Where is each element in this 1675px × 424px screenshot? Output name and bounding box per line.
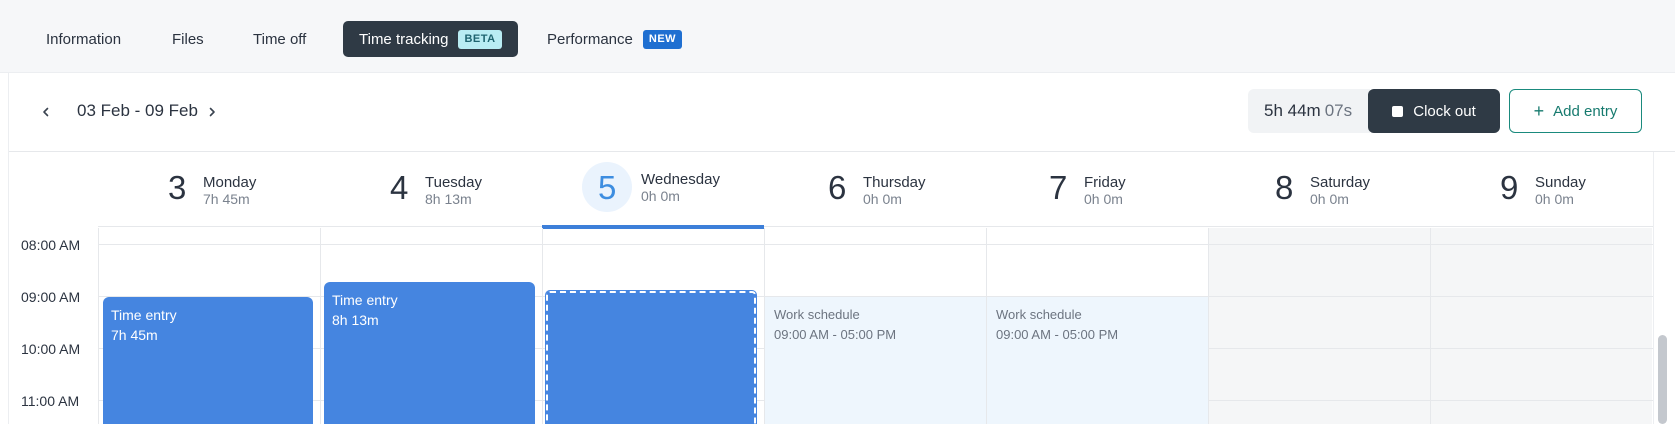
day-name: Friday (1084, 174, 1126, 191)
time-label: 09:00 AM (21, 289, 81, 305)
tab-files[interactable]: Files (172, 21, 204, 57)
entry-title: Time entry (332, 292, 398, 308)
tab-label: Information (46, 30, 122, 48)
day-header-monday[interactable]: 3 Monday 7h 45m (98, 152, 320, 227)
day-number: 3 (168, 169, 187, 206)
tab-label: Files (172, 30, 204, 48)
tab-time-off[interactable]: Time off (253, 21, 306, 57)
timer-hours-minutes: 5h 44m (1264, 101, 1321, 120)
day-number: 5 (598, 169, 617, 206)
running-timer: 5h 44m 07s (1248, 89, 1370, 133)
entry-duration: 7h 45m (111, 327, 158, 343)
tabs-bar: Information Files Time off Time tracking… (0, 0, 1675, 73)
day-header-thursday[interactable]: 6 Thursday 0h 0m (764, 152, 986, 227)
day-name: Thursday (863, 174, 926, 191)
chevron-right-icon (209, 107, 215, 117)
schedule-range: 09:00 AM - 05:00 PM (996, 327, 1119, 342)
calendar-header: 3 Monday 7h 45m 4 Tuesday 8h 13m 5 Wedne… (98, 152, 1653, 229)
plus-icon: + (1533, 101, 1545, 121)
day-name: Sunday (1535, 174, 1586, 191)
tab-performance[interactable]: Performance NEW (547, 21, 683, 57)
time-entry-block[interactable]: Time entry 7h 45m (103, 297, 313, 424)
clock-out-button[interactable]: Clock out (1368, 89, 1500, 133)
day-number: 8 (1275, 169, 1294, 206)
add-entry-button[interactable]: + Add entry (1509, 89, 1642, 133)
stop-icon (1392, 105, 1404, 117)
week-toolbar: 03 Feb - 09 Feb 5h 44m 07s Clock out + A… (9, 73, 1675, 152)
tab-information[interactable]: Information (46, 21, 121, 57)
new-badge: NEW (642, 29, 683, 49)
day-total: 7h 45m (203, 191, 250, 207)
day-total: 0h 0m (1310, 191, 1349, 207)
time-label: 11:00 AM (21, 393, 80, 409)
clock-out-label: Clock out (1413, 102, 1476, 120)
work-schedule-block[interactable]: Work schedule 09:00 AM - 05:00 PM (765, 297, 986, 424)
day-header-tuesday[interactable]: 4 Tuesday 8h 13m (320, 152, 542, 227)
day-header-saturday[interactable]: 8 Saturday 0h 0m (1208, 152, 1430, 227)
day-name: Wednesday (641, 171, 720, 188)
day-name: Saturday (1310, 174, 1371, 191)
timer-seconds: 07s (1324, 101, 1353, 120)
schedule-range: 09:00 AM - 05:00 PM (774, 327, 897, 342)
tab-label: Time tracking (359, 30, 449, 48)
running-entry-block[interactable] (545, 290, 757, 424)
schedule-title: Work schedule (774, 307, 860, 322)
day-number: 6 (828, 169, 847, 206)
work-schedule-block[interactable]: Work schedule 09:00 AM - 05:00 PM (987, 297, 1208, 424)
day-header-wednesday[interactable]: 5 Wednesday 0h 0m (542, 152, 764, 229)
beta-badge: BETA (458, 29, 502, 49)
time-entry-block[interactable]: Time entry 8h 13m (324, 282, 535, 424)
day-total: 0h 0m (1084, 191, 1123, 207)
date-range-label: 03 Feb - 09 Feb (77, 101, 198, 120)
day-number: 4 (390, 169, 409, 206)
day-total: 0h 0m (1535, 191, 1574, 207)
day-name: Tuesday (425, 174, 482, 191)
chevron-left-icon (43, 107, 49, 117)
time-label: 10:00 AM (21, 341, 81, 357)
day-total: 8h 13m (425, 191, 472, 207)
day-total: 0h 0m (863, 191, 902, 207)
day-name: Monday (203, 174, 257, 191)
time-label: 08:00 AM (21, 237, 81, 253)
next-week-button[interactable] (200, 100, 224, 124)
tab-label: Performance (547, 30, 633, 48)
day-number: 9 (1500, 169, 1519, 206)
day-column-saturday[interactable] (1208, 228, 1430, 424)
scrollbar-thumb[interactable] (1658, 335, 1667, 424)
hour-line (98, 244, 1653, 245)
day-number: 7 (1049, 169, 1068, 206)
tab-label: Time off (253, 30, 307, 48)
week-grid: Work schedule 09:00 AM - 05:00 PM Work s… (98, 228, 1653, 424)
day-header-friday[interactable]: 7 Friday 0h 0m (986, 152, 1208, 227)
day-column-sunday[interactable] (1430, 228, 1652, 424)
entry-title: Time entry (111, 307, 177, 323)
day-header-sunday[interactable]: 9 Sunday 0h 0m (1430, 152, 1652, 227)
tab-time-tracking[interactable]: Time tracking BETA (343, 21, 518, 57)
add-entry-label: Add entry (1553, 102, 1618, 120)
previous-week-button[interactable] (34, 100, 58, 124)
entry-duration: 8h 13m (332, 312, 379, 328)
day-total: 0h 0m (641, 188, 680, 204)
schedule-title: Work schedule (996, 307, 1082, 322)
